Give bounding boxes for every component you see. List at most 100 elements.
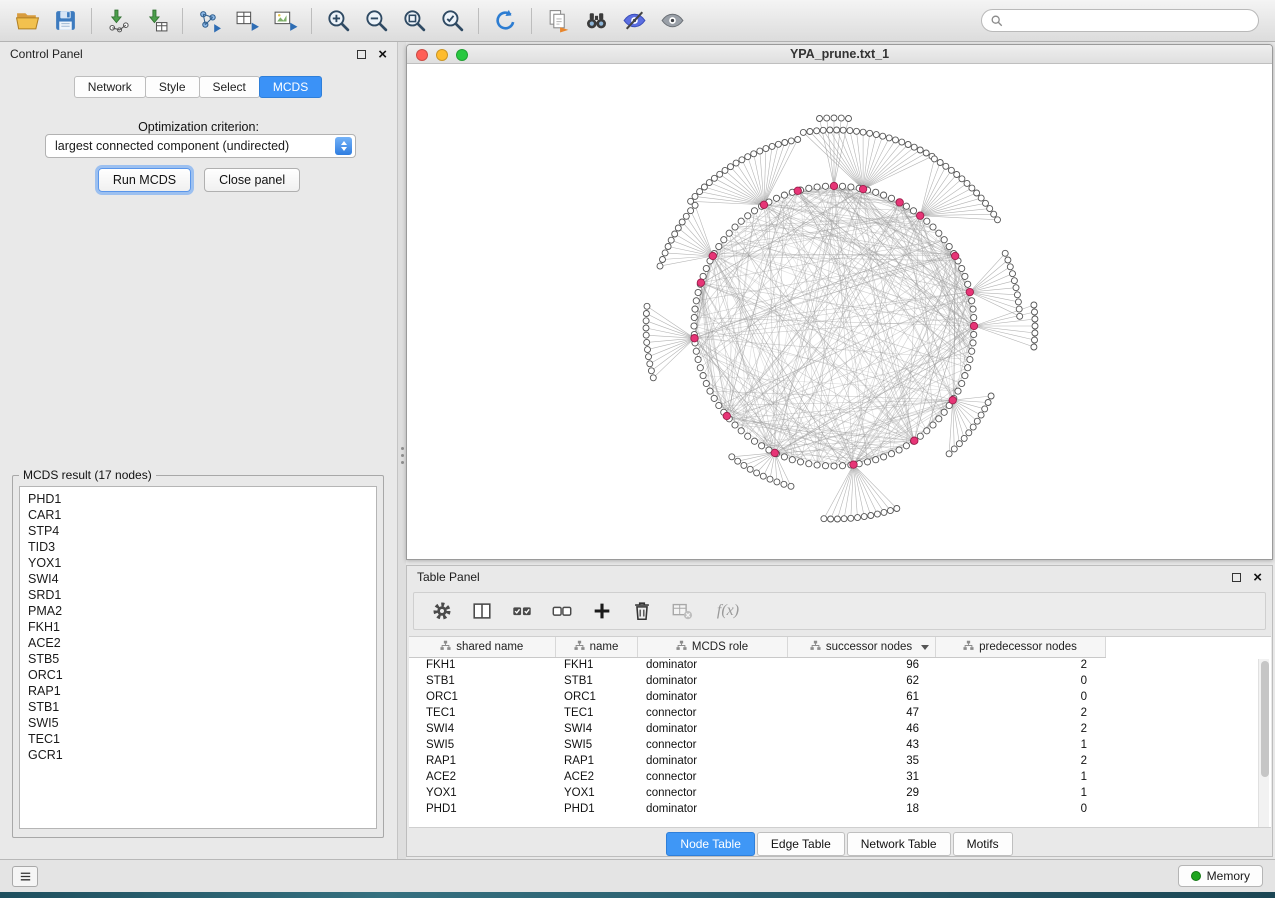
float-table-panel-icon[interactable] [1232, 573, 1241, 582]
minimize-window-button[interactable] [436, 49, 448, 61]
zoom-window-button[interactable] [456, 49, 468, 61]
refresh-button[interactable] [486, 5, 524, 37]
tab-motifs[interactable]: Motifs [953, 832, 1013, 856]
save-button[interactable] [46, 5, 84, 37]
panel-splitter[interactable] [398, 42, 406, 859]
tab-node-table[interactable]: Node Table [666, 832, 755, 856]
mcds-result-item[interactable]: SWI4 [20, 571, 376, 587]
table-row[interactable]: YOX1YOX1connector291 [409, 785, 1105, 801]
mcds-result-item[interactable]: SRD1 [20, 587, 376, 603]
table-cell: 1 [935, 737, 1105, 753]
column-header-name[interactable]: name [555, 637, 637, 657]
tab-mcds[interactable]: MCDS [259, 76, 322, 98]
mcds-result-item[interactable]: RAP1 [20, 683, 376, 699]
export-image-button[interactable] [266, 5, 304, 37]
table-cell: connector [637, 737, 787, 753]
column-header-shared-name[interactable]: shared name [409, 637, 555, 657]
mcds-result-item[interactable]: PMA2 [20, 603, 376, 619]
show-all-button[interactable] [653, 5, 691, 37]
close-table-panel-icon[interactable]: × [1253, 570, 1262, 585]
table-cell: 46 [787, 721, 935, 737]
mcds-result-item[interactable]: YOX1 [20, 555, 376, 571]
table-row[interactable]: ORC1ORC1dominator610 [409, 689, 1105, 705]
table-cell: 96 [787, 657, 935, 673]
search-input[interactable] [1009, 14, 1250, 28]
mcds-result-item[interactable]: TID3 [20, 539, 376, 555]
open-folder-icon [15, 8, 40, 33]
add-row-button[interactable] [586, 596, 618, 626]
export-network-button[interactable] [190, 5, 228, 37]
mcds-result-list[interactable]: PHD1CAR1STP4TID3YOX1SWI4SRD1PMA2FKH1ACE2… [19, 486, 377, 829]
mcds-result-item[interactable]: CAR1 [20, 507, 376, 523]
close-window-button[interactable] [416, 49, 428, 61]
mcds-result-item[interactable]: ORC1 [20, 667, 376, 683]
zoom-fit-button[interactable] [395, 5, 433, 37]
toolbar-icon-group [8, 5, 691, 37]
find-button[interactable] [577, 5, 615, 37]
mcds-result-item[interactable]: FKH1 [20, 619, 376, 635]
zoom-out-button[interactable] [357, 5, 395, 37]
run-mcds-button[interactable]: Run MCDS [98, 168, 191, 192]
mcds-result-item[interactable]: TEC1 [20, 731, 376, 747]
table-row[interactable]: ACE2ACE2connector311 [409, 769, 1105, 785]
table-row[interactable]: PHD1PHD1dominator180 [409, 801, 1105, 817]
gear-button[interactable] [426, 596, 458, 626]
table-row[interactable]: STB1STB1dominator620 [409, 673, 1105, 689]
table-row[interactable]: SWI4SWI4dominator462 [409, 721, 1105, 737]
copy-document-button[interactable] [539, 5, 577, 37]
close-panel-icon[interactable]: × [378, 47, 387, 62]
table-cell: 0 [935, 689, 1105, 705]
network-graph[interactable] [407, 64, 1272, 560]
mcds-result-item[interactable]: GCR1 [20, 747, 376, 763]
table-cell: 1 [935, 769, 1105, 785]
export-network-icon [197, 8, 222, 33]
open-folder-button[interactable] [8, 5, 46, 37]
tab-select[interactable]: Select [199, 76, 260, 98]
column-header-mcds-role[interactable]: MCDS role [637, 637, 787, 657]
mcds-result-item[interactable]: STB5 [20, 651, 376, 667]
sort-dropdown-icon[interactable] [921, 645, 929, 650]
tab-network[interactable]: Network [74, 76, 146, 98]
network-canvas[interactable] [407, 64, 1272, 560]
float-panel-icon[interactable] [357, 50, 366, 59]
column-header-predecessor-nodes[interactable]: predecessor nodes [935, 637, 1105, 657]
columns-button[interactable] [466, 596, 498, 626]
import-network-button[interactable] [99, 5, 137, 37]
export-table-button[interactable] [228, 5, 266, 37]
import-table-icon [144, 8, 169, 33]
search-icon [990, 14, 1004, 28]
import-table-button[interactable] [137, 5, 175, 37]
delete-row-button[interactable] [626, 596, 658, 626]
table-cell: 2 [935, 705, 1105, 721]
mcds-result-item[interactable]: PHD1 [20, 491, 376, 507]
tab-edge-table[interactable]: Edge Table [757, 832, 845, 856]
task-history-button[interactable] [12, 866, 38, 887]
network-window-titlebar[interactable]: YPA_prune.txt_1 [407, 45, 1272, 64]
table-row[interactable]: SWI5SWI5connector431 [409, 737, 1105, 753]
find-icon [584, 8, 609, 33]
select-all-button[interactable] [506, 596, 538, 626]
criterion-dropdown[interactable]: largest connected component (undirected) [45, 134, 356, 158]
zoom-selected-button[interactable] [433, 5, 471, 37]
mcds-result-item[interactable]: STP4 [20, 523, 376, 539]
table-row[interactable]: TEC1TEC1connector472 [409, 705, 1105, 721]
table-row[interactable]: FKH1FKH1dominator962 [409, 657, 1105, 673]
tab-style[interactable]: Style [145, 76, 200, 98]
tab-network-table[interactable]: Network Table [847, 832, 951, 856]
deselect-all-button[interactable] [546, 596, 578, 626]
function-button[interactable]: f(x) [706, 596, 750, 626]
zoom-selected-icon [440, 8, 465, 33]
control-panel-title: Control Panel [10, 47, 357, 61]
clear-table-button[interactable] [666, 596, 698, 626]
memory-button[interactable]: Memory [1178, 865, 1263, 887]
mcds-result-item[interactable]: ACE2 [20, 635, 376, 651]
hide-selected-button[interactable] [615, 5, 653, 37]
mcds-result-item[interactable]: SWI5 [20, 715, 376, 731]
table-scrollbar-thumb[interactable] [1261, 661, 1269, 777]
zoom-in-button[interactable] [319, 5, 357, 37]
table-scrollbar [1258, 659, 1269, 827]
mcds-result-item[interactable]: STB1 [20, 699, 376, 715]
table-row[interactable]: RAP1RAP1dominator352 [409, 753, 1105, 769]
close-panel-button[interactable]: Close panel [204, 168, 300, 192]
column-header-successor-nodes[interactable]: successor nodes [787, 637, 935, 657]
